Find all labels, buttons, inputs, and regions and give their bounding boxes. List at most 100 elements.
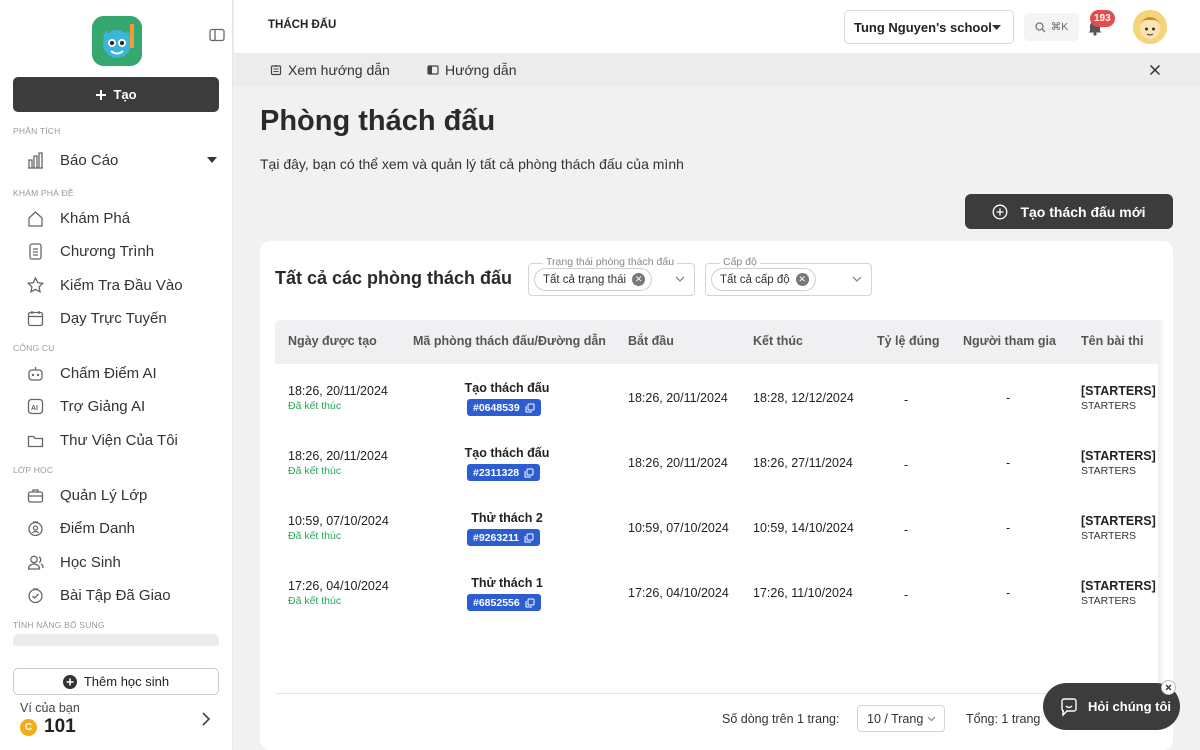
section-explore: KHÁM PHÁ ĐỀ <box>13 188 74 198</box>
status-text: Đã kết thúc <box>288 595 342 607</box>
copy-icon[interactable] <box>525 598 535 608</box>
quiz-name[interactable]: [STARTERS] BÀ <box>1081 449 1158 463</box>
view-guide-label: Xem hướng dẫn <box>288 62 390 78</box>
wallet-balance[interactable]: C 101 <box>20 716 76 738</box>
status-text: Đã kết thúc <box>288 530 342 542</box>
close-icon[interactable] <box>1161 680 1176 695</box>
correct-rate: - <box>904 393 909 407</box>
room-code-badge[interactable]: #0648539 <box>467 399 541 416</box>
room-code-badge[interactable]: #2311328 <box>467 464 541 481</box>
chevron-right-icon[interactable] <box>201 711 211 727</box>
sidebar-item-label: Bài Tập Đã Giao <box>60 586 171 604</box>
wallet-label: Ví của bạn <box>20 701 80 715</box>
avatar[interactable] <box>1133 10 1167 44</box>
section-extra: TÍNH NĂNG BỔ SUNG <box>13 620 105 630</box>
table-row[interactable]: 17:26, 04/10/2024 Đã kết thúc Thử thách … <box>275 570 1158 635</box>
status-filter-chip[interactable]: Tất cả trạng thái ✕ <box>534 268 653 291</box>
help-chat-button[interactable]: Hỏi chúng tôi <box>1043 683 1180 730</box>
column-header[interactable]: Người tham gia <box>963 334 1056 348</box>
sidebar-item-reports[interactable]: Báo Cáo <box>26 146 222 174</box>
wallet-value: 101 <box>44 716 76 737</box>
sidebar-item-explore[interactable]: Khám Phá <box>26 204 222 232</box>
sidebar-item-students[interactable]: Học Sinh <box>26 548 222 576</box>
quiz-level: STARTERS <box>1081 530 1137 542</box>
chevron-down-icon <box>927 716 936 722</box>
horizontal-scroll-shadow <box>1158 320 1164 694</box>
table-row[interactable]: 10:59, 07/10/2024 Đã kết thúc Thử thách … <box>275 505 1158 570</box>
ai-icon: AI <box>26 397 45 416</box>
help-label: Hỏi chúng tôi <box>1088 699 1172 714</box>
book-icon <box>427 65 439 75</box>
created-date: 10:59, 07/10/2024 <box>288 514 389 528</box>
card-title: Tất cả các phòng thách đấu <box>275 268 513 288</box>
plus-circle-icon <box>62 674 77 689</box>
star-icon <box>26 275 45 295</box>
column-header[interactable]: Kết thúc <box>753 334 803 348</box>
status-filter[interactable]: Trạng thái phòng thách đấu Tất cả trạng … <box>528 256 695 296</box>
create-button-label: Tạo <box>113 87 137 102</box>
bar-chart-icon <box>26 151 45 170</box>
search-button[interactable]: ⌘K <box>1024 13 1079 41</box>
chevron-down-icon <box>675 276 685 282</box>
collapse-sidebar-icon[interactable] <box>209 28 225 42</box>
copy-icon[interactable] <box>525 403 535 413</box>
level-filter-chip[interactable]: Tất cả cấp độ ✕ <box>711 268 816 291</box>
room-code: #0648539 <box>473 401 520 414</box>
users-icon <box>26 553 45 572</box>
caret-down-icon[interactable] <box>207 157 217 163</box>
copy-icon[interactable] <box>524 468 534 478</box>
sidebar-item-ai-assistant[interactable]: AI Trợ Giảng AI <box>26 392 222 420</box>
divider <box>275 693 1158 694</box>
school-selector[interactable]: Tung Nguyen's school <box>844 10 1014 44</box>
room-name: Thử thách 2 <box>471 511 543 525</box>
table-row[interactable]: 18:26, 20/11/2024 Đã kết thúc Tạo thách … <box>275 440 1158 505</box>
column-header[interactable]: Tên bài thi <box>1081 334 1144 348</box>
page-size-select[interactable]: 10 / Trang <box>857 705 945 732</box>
status-filter-value: Tất cả trạng thái <box>543 273 627 286</box>
created-date: 18:26, 20/11/2024 <box>288 449 388 463</box>
quiz-name[interactable]: [STARTERS] BÀ <box>1081 514 1158 528</box>
chat-icon <box>1061 697 1077 717</box>
table-row[interactable]: 18:26, 20/11/2024 Đã kết thúc Tạo thách … <box>275 375 1158 440</box>
room-code: #2311328 <box>473 466 520 479</box>
room-code-badge[interactable]: #9263211 <box>467 529 541 546</box>
new-challenge-label: Tạo thách đấu mới <box>1020 203 1146 220</box>
add-student-button[interactable]: Thêm học sinh <box>13 668 219 695</box>
sidebar-item-program[interactable]: Chương Trình <box>26 237 222 265</box>
column-header[interactable]: Tỷ lệ đúng <box>877 334 940 348</box>
quiz-name[interactable]: [STARTERS] BÀ <box>1081 579 1158 593</box>
chevron-down-icon <box>852 276 862 282</box>
column-header[interactable]: Mã phòng thách đấu/Đường dẫn <box>413 334 606 348</box>
sidebar-item-label: Chương Trình <box>60 242 155 260</box>
end-time: 10:59, 14/10/2024 <box>753 521 854 535</box>
add-student-label: Thêm học sinh <box>83 674 170 689</box>
briefcase-icon <box>26 486 45 505</box>
guide-link[interactable]: Hướng dẫn <box>427 62 516 78</box>
app-logo[interactable] <box>92 16 142 66</box>
sidebar-item-assigned-homework[interactable]: Bài Tập Đã Giao <box>26 581 222 609</box>
guide-bar: Xem hướng dẫn Hướng dẫn <box>234 55 1200 86</box>
level-filter[interactable]: Cấp độ Tất cả cấp độ ✕ <box>705 256 872 296</box>
sidebar-item-online-teaching[interactable]: Dạy Trực Tuyến <box>26 304 222 332</box>
close-icon[interactable] <box>1149 64 1161 76</box>
create-button[interactable]: Tạo <box>13 77 219 112</box>
clear-icon[interactable]: ✕ <box>632 273 646 286</box>
sidebar-item-class-management[interactable]: Quản Lý Lớp <box>26 481 222 509</box>
column-header[interactable]: Bắt đầu <box>628 334 674 348</box>
correct-rate: - <box>904 458 909 472</box>
sidebar-item-placement-test[interactable]: Kiểm Tra Đầu Vào <box>26 271 222 299</box>
column-header[interactable]: Ngày được tạo <box>288 334 377 348</box>
participants: - <box>1006 456 1011 470</box>
home-icon <box>26 209 45 228</box>
search-icon <box>1035 21 1046 32</box>
sidebar-item-hidden[interactable] <box>13 634 219 646</box>
quiz-name[interactable]: [STARTERS] BÀ <box>1081 384 1158 398</box>
sidebar-item-my-library[interactable]: Thư Viện Của Tôi <box>26 426 222 454</box>
sidebar-item-ai-grading[interactable]: Chấm Điểm AI <box>26 359 222 387</box>
clear-icon[interactable]: ✕ <box>795 273 809 286</box>
room-code-badge[interactable]: #6852556 <box>467 594 541 611</box>
new-challenge-button[interactable]: Tạo thách đấu mới <box>965 194 1173 229</box>
view-guide-link[interactable]: Xem hướng dẫn <box>270 62 390 78</box>
sidebar-item-attendance[interactable]: Điểm Danh <box>26 514 222 542</box>
copy-icon[interactable] <box>524 533 534 543</box>
